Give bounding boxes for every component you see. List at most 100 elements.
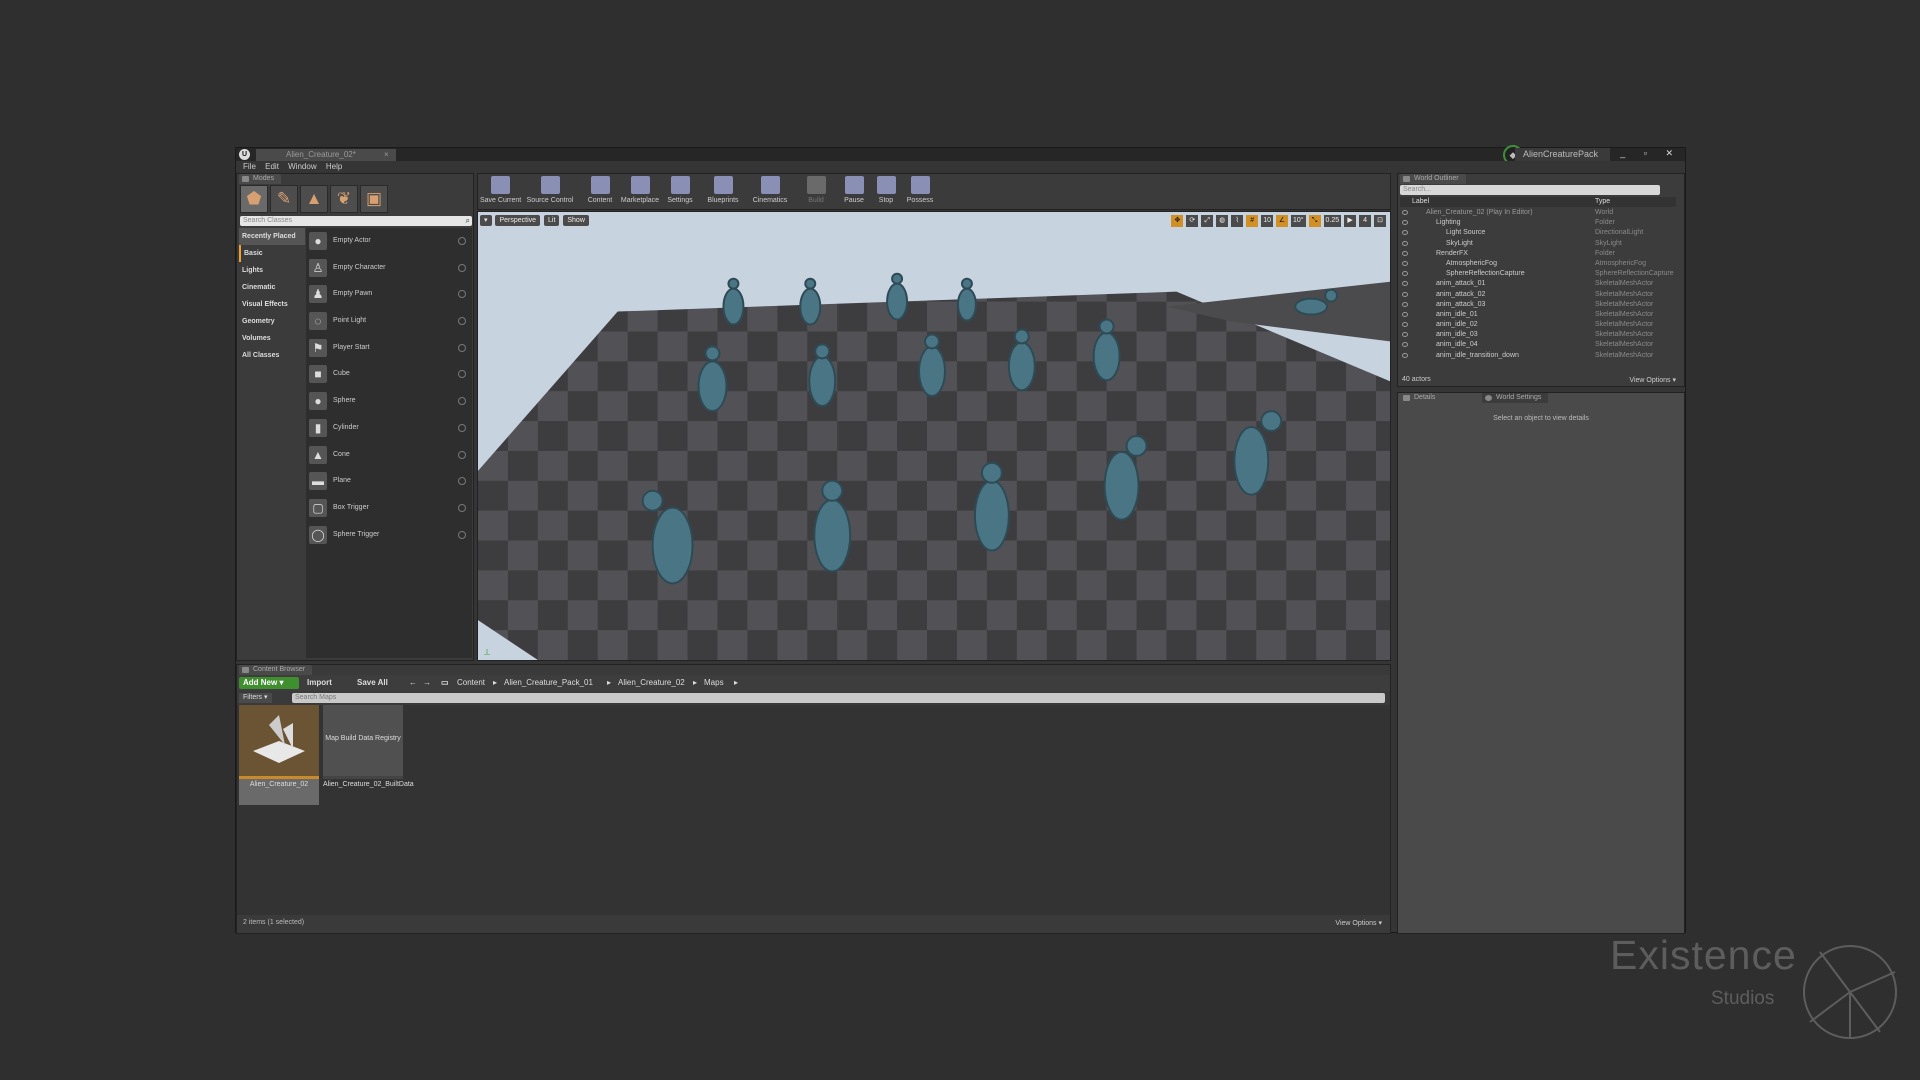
outliner-row[interactable]: anim_idle_03 SkeletalMeshActor [1400,330,1676,340]
category-lights[interactable]: Lights [239,262,305,279]
menu-window[interactable]: Window [288,161,316,172]
search-maps-input[interactable]: Search Maps [292,693,1385,703]
eye-icon[interactable] [1402,322,1408,328]
settings-button[interactable]: Settings [660,176,700,209]
eye-icon[interactable] [1402,291,1408,297]
eye-icon[interactable] [1402,301,1408,307]
place-item-empty-actor[interactable]: ● Empty Actor [306,228,472,255]
breadcrumb-maps[interactable]: Maps [704,678,724,687]
tab-world-outliner[interactable]: World Outliner [1400,174,1466,184]
eye-icon[interactable] [1402,271,1408,277]
eye-icon[interactable] [1402,281,1408,287]
import-button[interactable]: Import [307,678,332,687]
blueprints-button[interactable]: Blueprints [703,176,743,209]
pause-button[interactable]: Pause [838,176,870,209]
grid-snap-icon[interactable]: # [1246,215,1259,227]
outliner-view-options-button[interactable]: View Options ▾ [1629,376,1676,384]
eye-icon[interactable] [1402,230,1408,236]
build-button[interactable]: Build [796,176,836,209]
category-volumes[interactable]: Volumes [239,330,305,347]
outliner-row[interactable]: anim_idle_02 SkeletalMeshActor [1400,320,1676,330]
unreal-logo-icon[interactable]: U [239,149,250,160]
outliner-row[interactable]: RenderFX Folder [1400,249,1676,259]
place-item-cube[interactable]: ■ Cube [306,361,472,388]
paint-mode-icon[interactable]: ✎ [270,185,298,213]
surface-snap-icon[interactable]: ⌇ [1231,215,1244,227]
perspective-button[interactable]: Perspective [495,215,541,226]
eye-icon[interactable] [1402,220,1408,226]
outliner-row[interactable]: anim_idle_transition_down SkeletalMeshAct… [1400,351,1676,361]
lit-button[interactable]: Lit [544,215,560,226]
outliner-row[interactable]: anim_attack_03 SkeletalMeshActor [1400,300,1676,310]
history-back-icon[interactable]: ← [409,678,417,687]
tab-content-browser[interactable]: Content Browser [239,665,313,675]
maximize-viewport-icon[interactable]: ⊡ [1374,215,1386,227]
filters-button[interactable]: Filters ▾ [239,693,272,703]
world-local-icon[interactable]: ◍ [1216,215,1229,227]
category-recently-placed[interactable]: Recently Placed [239,228,305,245]
add-new-button[interactable]: Add New ▾ [239,677,299,689]
level-tab[interactable]: Alien_Creature_02* × [256,149,396,161]
grid-snap-value[interactable]: 10 [1261,215,1274,227]
rotation-snap-icon[interactable]: ∠ [1276,215,1289,227]
place-mode-icon[interactable]: ⬟ [240,185,268,213]
breadcrumb-content[interactable]: Content [457,678,485,687]
eye-icon[interactable] [1402,210,1408,215]
menu-help[interactable]: Help [326,161,342,172]
rotate-tool-icon[interactable]: ⟳ [1186,215,1199,227]
outliner-row[interactable]: AtmosphericFog AtmosphericFog [1400,259,1676,269]
place-item-box-trigger[interactable]: ▢ Box Trigger [306,495,472,522]
outliner-row[interactable]: anim_attack_02 SkeletalMeshActor [1400,290,1676,300]
save-all-button[interactable]: Save All [357,678,388,687]
content-button[interactable]: Content [580,176,620,209]
category-geometry[interactable]: Geometry [239,313,305,330]
category-basic[interactable]: Basic [239,245,305,262]
outliner-row[interactable]: Alien_Creature_02 (Play In Editor) World [1400,208,1676,218]
place-item-cone[interactable]: ▲ Cone [306,442,472,469]
asset-tile[interactable]: Map Build Data Registry Alien_Creature_0… [323,705,414,805]
place-item-sphere[interactable]: ● Sphere [306,388,472,415]
scale-snap-value[interactable]: 0.25 [1323,215,1342,227]
scale-snap-icon[interactable]: ⤡ [1308,215,1321,227]
landscape-mode-icon[interactable]: ▲ [300,185,328,213]
place-item-plane[interactable]: ▬ Plane [306,468,472,495]
breadcrumb-creature[interactable]: Alien_Creature_02 [618,678,685,687]
eye-icon[interactable] [1402,240,1408,246]
eye-icon[interactable] [1402,342,1408,348]
tab-details[interactable]: Details [1400,393,1443,403]
outliner-search-input[interactable]: Search... [1400,185,1660,195]
breadcrumb-pack[interactable]: Alien_Creature_Pack_01 [504,678,593,687]
cinematics-button[interactable]: Cinematics [750,176,790,209]
place-item-cylinder[interactable]: ▮ Cylinder [306,415,472,442]
outliner-row[interactable]: anim_idle_01 SkeletalMeshActor [1400,310,1676,320]
menu-edit[interactable]: Edit [265,161,279,172]
asset-tile[interactable]: Alien_Creature_02 [239,705,319,805]
place-item-sphere-trigger[interactable]: ◯ Sphere Trigger [306,522,472,549]
label-column-header[interactable]: Label [1412,198,1429,205]
eye-icon[interactable] [1402,311,1408,317]
category-visual-effects[interactable]: Visual Effects [239,296,305,313]
history-forward-icon[interactable]: → [423,678,431,687]
view-options-button[interactable]: View Options ▾ [1335,919,1382,927]
outliner-row[interactable]: SphereReflectionCapture SphereReflectionC… [1400,269,1676,279]
category-cinematic[interactable]: Cinematic [239,279,305,296]
scale-tool-icon[interactable]: ⤢ [1201,215,1214,227]
marketplace-button[interactable]: Marketplace [620,176,660,209]
foliage-mode-icon[interactable]: ❦ [330,185,358,213]
type-column-header[interactable]: Type [1595,198,1610,205]
tab-modes[interactable]: Modes [239,174,282,184]
place-item-empty-character[interactable]: ♙ Empty Character [306,255,472,282]
geometry-mode-icon[interactable]: ▣ [360,185,388,213]
menu-file[interactable]: File [243,161,256,172]
possess-button[interactable]: Possess [902,176,938,209]
close-icon[interactable]: × [384,149,389,161]
place-item-empty-pawn[interactable]: ♟ Empty Pawn [306,281,472,308]
source-control-button[interactable]: Source Control [526,176,574,209]
outliner-row[interactable]: anim_idle_04 SkeletalMeshActor [1400,340,1676,350]
eye-icon[interactable] [1402,260,1408,266]
camera-speed-value[interactable]: 4 [1359,215,1372,227]
search-classes-input[interactable]: Search Classes ⌕ [240,216,472,226]
stop-button[interactable]: Stop [870,176,902,209]
rotation-snap-value[interactable]: 10° [1291,215,1306,227]
outliner-row[interactable]: Lighting Folder [1400,218,1676,228]
